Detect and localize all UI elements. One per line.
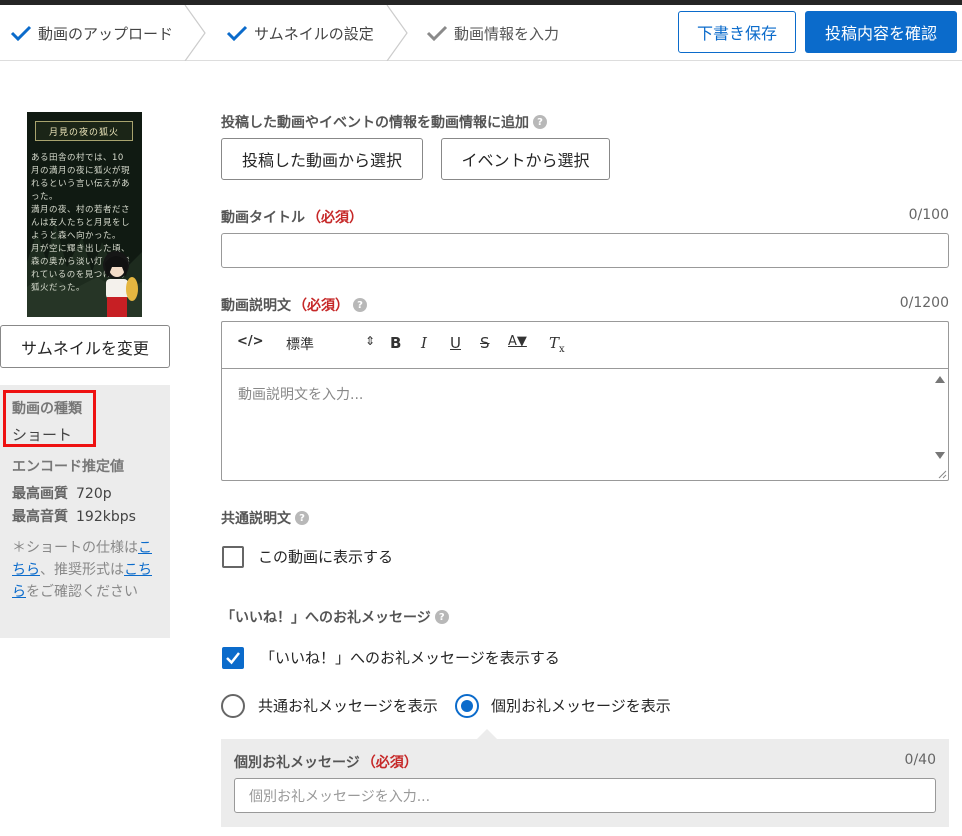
confirm-post-button[interactable]: 投稿内容を確認 [805, 11, 957, 53]
show-common-description-checkbox[interactable] [222, 546, 244, 568]
individual-message-counter: 0/40 [904, 752, 936, 768]
related-info-label: 投稿した動画やイベントの情報を動画情報に追加? [221, 112, 547, 132]
step-upload[interactable]: 動画のアップロード [10, 5, 173, 61]
format-select[interactable]: 標準 [286, 334, 314, 354]
like-message-label: 「いいね！」へのお礼メッセージ? [221, 607, 449, 627]
description-placeholder: 動画説明文を入力... [238, 387, 364, 403]
step-thumbnail[interactable]: サムネイルの設定 [226, 5, 374, 61]
help-icon[interactable]: ? [353, 298, 367, 312]
max-audio-value: 192kbps [76, 509, 136, 525]
select-from-videos-button[interactable]: 投稿した動画から選択 [221, 138, 423, 180]
character-illustration [103, 251, 138, 317]
clear-format-icon[interactable]: Tx [549, 334, 565, 355]
scroll-down-icon[interactable] [934, 451, 946, 461]
max-audio-row: 最高音質 192kbps [12, 506, 136, 526]
step-info[interactable]: 動画情報を入力 [426, 5, 559, 61]
save-draft-button[interactable]: 下書き保存 [678, 11, 796, 53]
required-mark: （必須） [361, 755, 418, 771]
step-label: 動画情報を入力 [454, 24, 560, 43]
check-icon [226, 652, 240, 665]
common-message-label[interactable]: 共通お礼メッセージを表示 [258, 695, 438, 716]
thumbnail-title: 月見の夜の狐火 [35, 121, 133, 141]
max-audio-label: 最高音質 [12, 509, 68, 525]
common-message-radio[interactable] [221, 694, 245, 718]
step-label: サムネイルの設定 [254, 24, 374, 43]
code-view-icon[interactable]: </> [237, 334, 264, 349]
show-like-message-label[interactable]: 「いいね！」へのお礼メッセージを表示する [260, 647, 560, 668]
individual-message-radio[interactable] [455, 694, 479, 718]
max-quality-label: 最高画質 [12, 486, 68, 502]
individual-message-input[interactable]: 個別お礼メッセージを入力... [234, 778, 936, 813]
help-icon[interactable]: ? [533, 115, 547, 129]
max-quality-row: 最高画質 720p [12, 483, 112, 503]
italic-icon[interactable]: I [421, 334, 427, 352]
show-like-message-checkbox[interactable] [222, 647, 244, 669]
help-icon[interactable]: ? [434, 610, 449, 624]
max-quality-value: 720p [76, 486, 112, 502]
scroll-up-icon[interactable] [934, 374, 946, 384]
thumbnail-image: 月見の夜の狐火 ある田舎の村では、10 月の満月の夜に狐火が現 れるという言い伝… [27, 112, 142, 317]
title-counter: 0/100 [908, 207, 949, 223]
step-label: 動画のアップロード [38, 24, 174, 43]
individual-message-label[interactable]: 個別お礼メッセージを表示 [491, 695, 671, 716]
step-separator [386, 5, 408, 61]
description-counter: 0/1200 [899, 295, 949, 311]
upload-header: 動画のアップロード サムネイルの設定 動画情報を入力 下書き保存 投稿内容を確認 [0, 5, 962, 61]
select-from-events-button[interactable]: イベントから選択 [441, 138, 610, 180]
select-arrows-icon[interactable]: ⇕ [365, 334, 375, 348]
required-mark: （必須） [293, 298, 349, 314]
description-label: 動画説明文 （必須）? [221, 295, 367, 315]
description-editor[interactable]: </> 標準 ⇕ B I U S A▼ Tx 動画説明文を入力... [221, 321, 949, 481]
check-icon [226, 25, 248, 41]
show-common-description-label[interactable]: この動画に表示する [258, 546, 393, 567]
bold-icon[interactable]: B [390, 334, 401, 352]
help-icon[interactable]: ? [295, 511, 309, 525]
underline-icon[interactable]: U [450, 334, 461, 352]
check-icon [10, 25, 32, 41]
check-icon [426, 25, 448, 41]
encode-estimate-label: エンコード推定値 [12, 459, 124, 475]
required-mark: （必須） [307, 210, 363, 226]
resize-handle-icon[interactable] [937, 469, 947, 479]
individual-message-title: 個別お礼メッセージ （必須） [234, 752, 418, 772]
text-color-icon[interactable]: A▼ [508, 334, 527, 349]
change-thumbnail-button[interactable]: サムネイルを変更 [0, 325, 170, 368]
short-spec-note: ＊ショートの仕様はこちら、推奨形式はこちらをご確認ください [12, 540, 152, 600]
strikethrough-icon[interactable]: S [480, 334, 490, 352]
title-label: 動画タイトル （必須） [221, 207, 363, 227]
panel-pointer [477, 729, 497, 739]
highlight-box [3, 390, 96, 447]
title-input[interactable] [221, 233, 949, 268]
common-description-label: 共通説明文? [221, 508, 309, 528]
step-separator [184, 5, 206, 61]
editor-toolbar: </> 標準 ⇕ B I U S A▼ Tx [222, 322, 948, 369]
